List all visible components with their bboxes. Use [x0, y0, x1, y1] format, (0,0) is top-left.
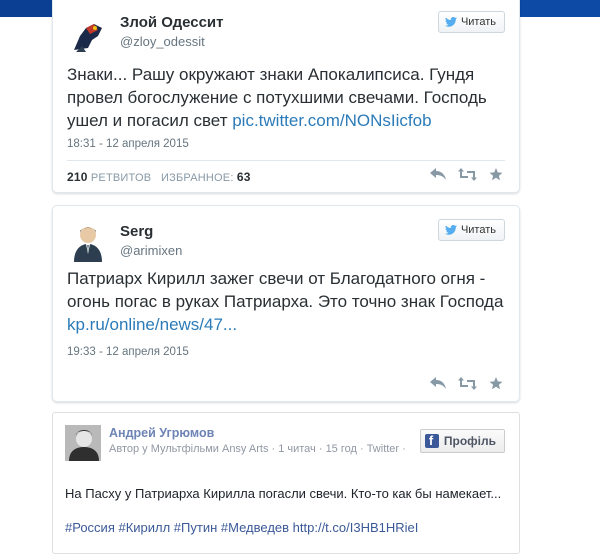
facebook-embedded-post: Андрей Угрюмов Автор у Мультфільми Ansy … [52, 412, 520, 554]
tweet-link[interactable]: kp.ru/online/news/47... [67, 315, 237, 334]
tweet-stats: 210 РЕТВИТОВ ИЗБРАННОЕ: 63 [67, 170, 251, 184]
tweet-timestamp[interactable]: 19:33 - 12 апреля 2015 [67, 346, 189, 358]
reply-icon[interactable] [430, 377, 446, 390]
tweet-author-name[interactable]: Serg [120, 223, 153, 240]
tweet-timestamp[interactable]: 18:31 - 12 апреля 2015 [67, 138, 189, 150]
follow-button-label: Читать [460, 16, 496, 28]
post-text: На Пасху у Патриарха Кирилла погасли све… [65, 486, 502, 501]
twitter-bird-icon [444, 225, 457, 235]
post-hashtags[interactable]: #Россия #Кирилл #Путин #Медведев http://… [65, 520, 505, 535]
retweet-icon[interactable] [458, 377, 477, 390]
retweets-count[interactable]: 210 [67, 170, 88, 184]
embedded-tweet: Serg @arimixen Читать Патриарх Кирилл за… [52, 205, 520, 402]
author-avatar[interactable] [65, 425, 101, 461]
tweet-author-handle[interactable]: @zloy_odessit [120, 34, 205, 49]
profile-button[interactable]: f Профіль [419, 429, 505, 453]
tweet-author-name[interactable]: Злой Одессит [120, 14, 224, 31]
retweets-label[interactable]: РЕТВИТОВ [91, 172, 151, 184]
post-author-name[interactable]: Андрей Угрюмов [109, 426, 214, 440]
tweet-text: Знаки... Рашу окружают знаки Апокалипсис… [67, 63, 507, 132]
reply-icon[interactable] [430, 168, 446, 181]
author-avatar[interactable] [68, 16, 108, 56]
tweet-text-body: Патриарх Кирилл зажег свечи от Благодатн… [67, 269, 504, 311]
tweet-actions [430, 168, 503, 181]
favorite-star-icon[interactable] [489, 377, 503, 390]
favorites-label[interactable]: ИЗБРАННОЕ: [161, 172, 234, 184]
post-meta: Автор у Мультфільми Ansy Arts · 1 читач … [109, 443, 406, 455]
tweet-divider [67, 160, 505, 161]
favorite-star-icon[interactable] [489, 168, 503, 181]
tweet-text: Патриарх Кирилл зажег свечи от Благодатн… [67, 267, 507, 336]
follow-button[interactable]: Читать [437, 11, 505, 33]
profile-button-label: Профіль [443, 434, 496, 448]
author-avatar[interactable] [68, 222, 108, 262]
favorites-count[interactable]: 63 [237, 170, 251, 184]
tweet-actions [430, 377, 503, 390]
twitter-bird-icon [444, 17, 457, 27]
retweet-icon[interactable] [458, 168, 477, 181]
facebook-logo-icon: f [424, 433, 439, 448]
tweet-link[interactable]: pic.twitter.com/NONsIicfob [232, 111, 431, 130]
follow-button-label: Читать [460, 224, 496, 236]
tweet-author-handle[interactable]: @arimixen [120, 243, 182, 258]
embedded-tweet: Злой Одессит @zloy_odessit Читать Знаки.… [52, 0, 520, 193]
follow-button[interactable]: Читать [437, 219, 505, 241]
